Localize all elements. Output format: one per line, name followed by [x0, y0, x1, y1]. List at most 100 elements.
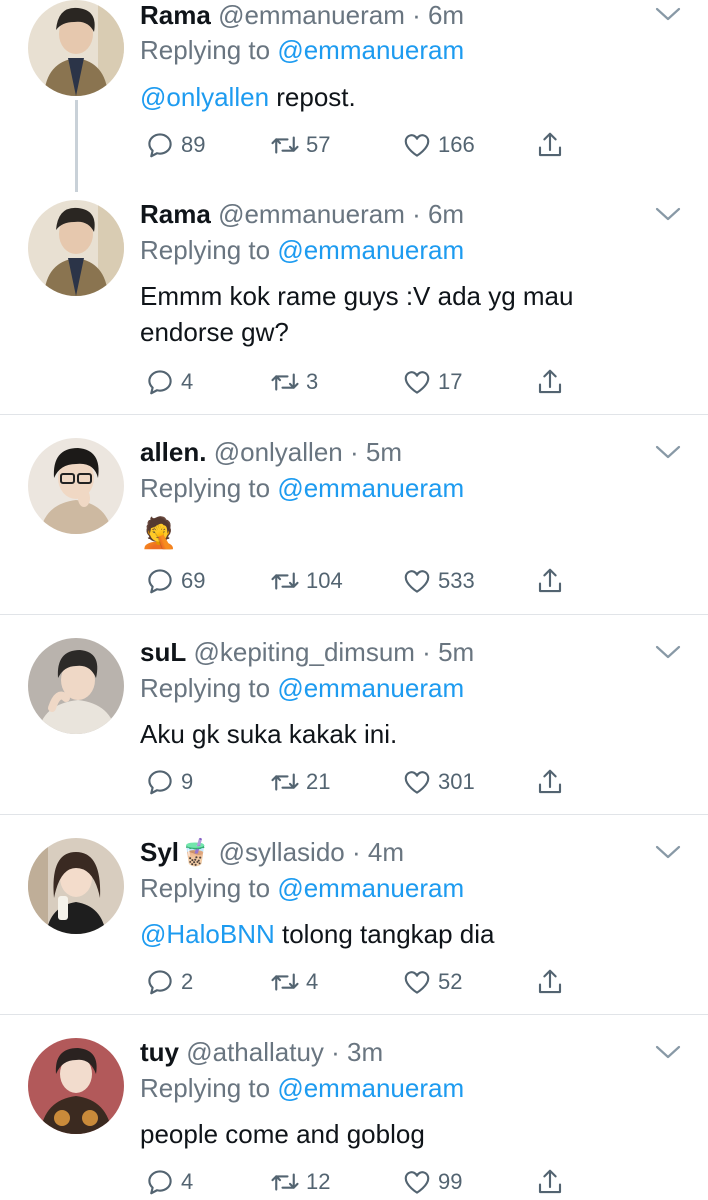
retweet-button[interactable]: 21	[270, 765, 330, 799]
tweet-body-text: tolong tangkap dia	[274, 919, 495, 949]
share-icon	[535, 1167, 565, 1197]
separator: ·	[344, 837, 368, 867]
tweet-body-text: Emmm kok rame guys :V ada yg mau endorse…	[140, 281, 574, 347]
tweet[interactable]: suL @kepiting_dimsum · 5m Replying to @e…	[0, 636, 708, 814]
replying-to-label: Replying to	[140, 673, 271, 703]
share-button[interactable]	[535, 128, 565, 162]
timestamp[interactable]: 6m	[428, 199, 464, 229]
avatar[interactable]	[28, 200, 124, 296]
tweet[interactable]: allen. @onlyallen · 5m Replying to @emma…	[0, 436, 708, 614]
retweet-button[interactable]: 104	[270, 564, 343, 598]
reply-icon	[145, 767, 175, 797]
retweet-button[interactable]: 57	[270, 128, 330, 162]
reply-icon	[145, 967, 175, 997]
reply-button[interactable]: 9	[145, 765, 193, 799]
share-icon	[535, 967, 565, 997]
reply-button[interactable]: 69	[145, 564, 205, 598]
separator: ·	[323, 1037, 348, 1067]
like-icon	[402, 566, 432, 596]
like-button[interactable]: 301	[402, 765, 475, 799]
user-handle[interactable]: @emmanueram	[218, 0, 405, 30]
display-name[interactable]: tuy	[140, 1037, 179, 1067]
timestamp[interactable]: 3m	[347, 1037, 383, 1067]
reply-icon	[145, 566, 175, 596]
chevron-down-icon[interactable]	[655, 1044, 681, 1060]
like-button[interactable]: 166	[402, 128, 475, 162]
user-handle[interactable]: @emmanueram	[218, 199, 405, 229]
replying-to-label: Replying to	[140, 1073, 271, 1103]
tweet-text: Aku gk suka kakak ini.	[140, 716, 660, 752]
mention-link[interactable]: @HaloBNN	[140, 919, 275, 949]
tweet-text: people come and goblog	[140, 1116, 660, 1152]
timestamp[interactable]: 5m	[366, 437, 402, 467]
chevron-down-icon[interactable]	[655, 444, 681, 460]
tweet[interactable]: Rama @emmanueram · 6m Replying to @emman…	[0, 0, 708, 200]
chevron-down-icon[interactable]	[655, 644, 681, 660]
reply-count: 4	[181, 1169, 194, 1194]
user-handle[interactable]: @onlyallen	[214, 437, 343, 467]
chevron-down-icon[interactable]	[655, 206, 681, 222]
avatar[interactable]	[28, 638, 124, 734]
avatar[interactable]	[28, 438, 124, 534]
reply-mention-link[interactable]: @emmanueram	[277, 873, 464, 903]
share-button[interactable]	[535, 1165, 565, 1199]
share-icon	[535, 367, 565, 397]
display-name[interactable]: Rama	[140, 0, 211, 30]
display-name[interactable]: allen.	[140, 437, 206, 467]
share-button[interactable]	[535, 765, 565, 799]
like-button[interactable]: 17	[402, 365, 462, 399]
chevron-down-icon[interactable]	[655, 6, 681, 22]
tweet[interactable]: tuy @athallatuy · 3m Replying to @emmanu…	[0, 1036, 708, 1200]
share-button[interactable]	[535, 365, 565, 399]
replying-to: Replying to @emmanueram	[140, 873, 464, 903]
tweet[interactable]: Rama @emmanueram · 6m Replying to @emman…	[0, 198, 708, 414]
reply-mention-link[interactable]: @emmanueram	[277, 1073, 464, 1103]
reply-button[interactable]: 89	[145, 128, 205, 162]
avatar[interactable]	[28, 1038, 124, 1134]
user-handle[interactable]: @athallatuy	[186, 1037, 324, 1067]
display-name[interactable]: Syl	[140, 837, 179, 867]
timestamp[interactable]: 4m	[368, 837, 404, 867]
reply-button[interactable]: 4	[145, 365, 193, 399]
like-count: 166	[438, 132, 475, 157]
action-bar: 9 21 301	[140, 765, 580, 799]
retweet-icon	[270, 367, 300, 397]
display-name[interactable]: suL	[140, 637, 186, 667]
tweet[interactable]: Syl🧋 @syllasido · 4m Replying to @emmanu…	[0, 836, 708, 1014]
user-handle[interactable]: @kepiting_dimsum	[193, 637, 414, 667]
reply-mention-link[interactable]: @emmanueram	[277, 35, 464, 65]
retweet-icon	[270, 1167, 300, 1197]
name-emoji: 🧋	[179, 837, 212, 867]
timestamp[interactable]: 6m	[428, 0, 464, 30]
share-button[interactable]	[535, 965, 565, 999]
share-button[interactable]	[535, 564, 565, 598]
tweet-divider	[0, 414, 708, 415]
like-button[interactable]: 99	[402, 1165, 462, 1199]
reply-button[interactable]: 2	[145, 965, 193, 999]
like-count: 52	[438, 969, 463, 994]
reply-count: 2	[181, 969, 194, 994]
chevron-down-icon[interactable]	[655, 844, 681, 860]
tweet-divider	[0, 614, 708, 615]
retweet-button[interactable]: 4	[270, 965, 318, 999]
avatar[interactable]	[28, 0, 124, 96]
retweet-button[interactable]: 12	[270, 1165, 330, 1199]
timestamp[interactable]: 5m	[438, 637, 474, 667]
display-name[interactable]: Rama	[140, 199, 211, 229]
retweet-button[interactable]: 3	[270, 365, 318, 399]
reply-button[interactable]: 4	[145, 1165, 193, 1199]
like-button[interactable]: 52	[402, 965, 462, 999]
retweet-count: 21	[306, 769, 331, 794]
avatar[interactable]	[28, 838, 124, 934]
reply-mention-link[interactable]: @emmanueram	[277, 235, 464, 265]
tweet-body-text: people come and goblog	[140, 1119, 425, 1149]
share-icon	[535, 767, 565, 797]
mention-link[interactable]: @onlyallen	[140, 82, 269, 112]
like-button[interactable]: 533	[402, 564, 475, 598]
share-icon	[535, 130, 565, 160]
like-icon	[402, 767, 432, 797]
reply-mention-link[interactable]: @emmanueram	[277, 673, 464, 703]
user-handle[interactable]: @syllasido	[219, 837, 345, 867]
like-icon	[402, 130, 432, 160]
reply-mention-link[interactable]: @emmanueram	[277, 473, 464, 503]
